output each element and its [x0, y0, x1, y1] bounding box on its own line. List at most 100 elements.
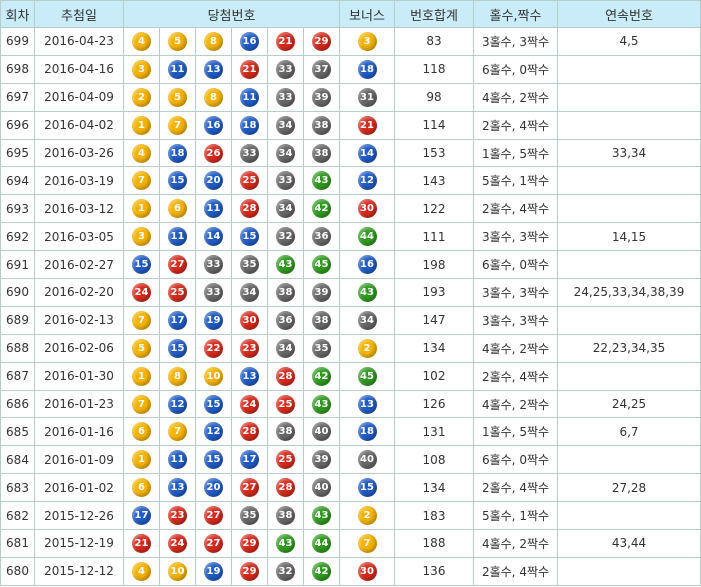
sum-cell: 126: [394, 389, 474, 419]
lotto-ball: 1: [132, 366, 151, 386]
winning-number-cell: 1: [123, 445, 160, 475]
sum-cell: 111: [394, 222, 474, 252]
lotto-ball: 34: [240, 282, 259, 302]
lotto-ball: 15: [240, 227, 259, 247]
winning-number-cell: 4: [123, 556, 160, 586]
header-sum: 번호합계: [394, 0, 474, 28]
lotto-ball: 38: [276, 422, 295, 442]
header-row: 회차 추첨일 당첨번호 보너스 번호합계 홀수,짝수 연속번호: [0, 0, 701, 28]
bonus-ball: 2: [357, 506, 377, 526]
lotto-ball: 28: [240, 199, 259, 219]
lotto-ball: 7: [168, 115, 187, 135]
date-cell: 2015-12-12: [34, 556, 124, 586]
date-cell: 2015-12-26: [34, 501, 124, 531]
results-body: 699 2016-04-23 4 5 8 16 21 29 3 83 3홀수, 3짝수 4,5 698 2…: [0, 27, 701, 586]
consecutive-cell: [557, 501, 701, 531]
lotto-ball: 13: [240, 366, 259, 386]
sum-cell: 83: [394, 27, 474, 56]
winning-number-cell: 6: [123, 417, 160, 447]
lotto-ball: 7: [132, 310, 151, 330]
lotto-ball: 5: [132, 338, 151, 358]
winning-number-cell: 8: [159, 361, 196, 391]
lotto-ball: 36: [312, 227, 331, 247]
round-cell: 691: [0, 250, 35, 280]
lotto-ball: 34: [276, 115, 295, 135]
lotto-ball: 3: [132, 227, 151, 247]
lotto-ball: 16: [240, 31, 259, 51]
lotto-ball: 26: [204, 143, 223, 163]
date-cell: 2016-03-12: [34, 194, 124, 224]
lotto-ball: 37: [312, 59, 331, 79]
bonus-ball: 16: [357, 255, 377, 275]
round-cell: 686: [0, 389, 35, 419]
winning-number-cell: 1: [123, 110, 160, 140]
winning-number-cell: 16: [231, 27, 268, 56]
winning-number-cell: 32: [267, 222, 304, 252]
winning-number-cell: 39: [303, 445, 340, 475]
header-date: 추첨일: [34, 0, 124, 28]
winning-number-cell: 2: [123, 82, 160, 112]
odd-even-cell: 4홀수, 2짝수: [473, 389, 558, 419]
winning-number-cell: 38: [303, 305, 340, 335]
consecutive-cell: 22,23,34,35: [557, 333, 701, 363]
bonus-cell: 14: [339, 138, 395, 168]
consecutive-cell: [557, 250, 701, 280]
lotto-ball: 4: [132, 561, 151, 581]
winning-number-cell: 38: [267, 417, 304, 447]
header-consecutive: 연속번호: [557, 0, 701, 28]
odd-even-cell: 2홀수, 4짝수: [473, 194, 558, 224]
winning-number-cell: 32: [267, 556, 304, 586]
lotto-ball: 11: [240, 87, 259, 107]
sum-cell: 118: [394, 54, 474, 84]
winning-number-cell: 34: [267, 333, 304, 363]
winning-number-cell: 26: [195, 138, 232, 168]
lotto-ball: 27: [204, 533, 223, 553]
winning-number-cell: 33: [195, 250, 232, 280]
lotto-ball: 20: [204, 478, 223, 498]
lotto-ball: 25: [276, 394, 295, 414]
lotto-ball: 6: [132, 422, 151, 442]
lotto-ball: 15: [204, 450, 223, 470]
winning-number-cell: 27: [159, 250, 196, 280]
winning-number-cell: 6: [123, 473, 160, 503]
lotto-ball: 24: [240, 394, 259, 414]
winning-number-cell: 8: [195, 82, 232, 112]
winning-number-cell: 25: [267, 389, 304, 419]
consecutive-cell: [557, 82, 701, 112]
winning-number-cell: 27: [231, 473, 268, 503]
winning-number-cell: 3: [123, 54, 160, 84]
lotto-ball: 43: [312, 394, 331, 414]
date-cell: 2016-03-26: [34, 138, 124, 168]
lotto-ball: 4: [132, 31, 151, 51]
winning-number-cell: 15: [159, 333, 196, 363]
lotto-ball: 33: [276, 171, 295, 191]
lotto-ball: 8: [204, 31, 223, 51]
sum-cell: 147: [394, 305, 474, 335]
winning-number-cell: 1: [123, 361, 160, 391]
table-row: 695 2016-03-26 4 18 26 33 34 38 14 153 1홀수, 5짝수 33,…: [0, 138, 701, 168]
lotto-ball: 45: [312, 255, 331, 275]
round-cell: 684: [0, 445, 35, 475]
consecutive-cell: [557, 110, 701, 140]
bonus-ball: 2: [357, 338, 377, 358]
consecutive-cell: 6,7: [557, 417, 701, 447]
lotto-ball: 11: [168, 450, 187, 470]
winning-number-cell: 19: [195, 305, 232, 335]
header-odd-even: 홀수,짝수: [473, 0, 558, 28]
sum-cell: 193: [394, 278, 474, 307]
winning-number-cell: 39: [303, 278, 340, 307]
bonus-cell: 45: [339, 361, 395, 391]
lotto-ball: 13: [204, 59, 223, 79]
winning-number-cell: 8: [195, 27, 232, 56]
consecutive-cell: [557, 194, 701, 224]
date-cell: 2016-02-06: [34, 333, 124, 363]
odd-even-cell: 6홀수, 0짝수: [473, 250, 558, 280]
bonus-cell: 3: [339, 27, 395, 56]
round-cell: 693: [0, 194, 35, 224]
lotto-ball: 43: [276, 255, 295, 275]
round-cell: 689: [0, 305, 35, 335]
odd-even-cell: 2홀수, 4짝수: [473, 361, 558, 391]
date-cell: 2016-02-20: [34, 278, 124, 307]
consecutive-cell: 4,5: [557, 27, 701, 56]
bonus-ball: 45: [357, 366, 377, 386]
